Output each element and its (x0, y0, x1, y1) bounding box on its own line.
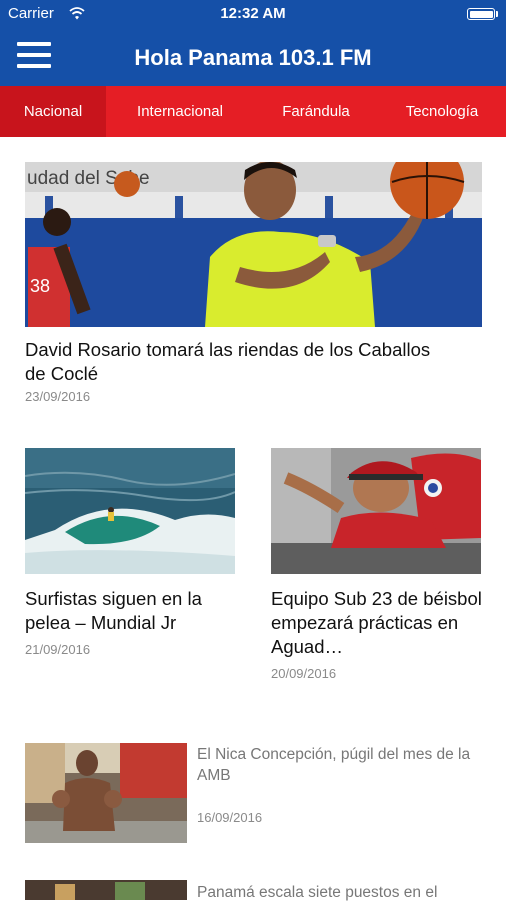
category-tabs: Nacional Internacional Farándula Tecnolo… (0, 86, 506, 137)
list-article-title-boxing[interactable]: El Nica Concepción, púgil del mes de la … (197, 744, 482, 786)
tab-nacional[interactable]: Nacional (0, 86, 106, 137)
grid-article-date-baseball: 20/09/2016 (271, 666, 337, 681)
tab-internacional[interactable]: Internacional (106, 86, 254, 137)
list-article-date-boxing: 16/09/2016 (197, 810, 263, 825)
tab-tecnologia[interactable]: Tecnología (378, 86, 506, 137)
featured-article-title[interactable]: David Rosario tomará las riendas de los … (25, 338, 445, 386)
top-app-bar: Carrier 12:32 AM Hola Panama 103.1 FM (0, 0, 506, 86)
featured-article-image[interactable]: udad del Sabe 38 (25, 162, 482, 327)
tab-farandula[interactable]: Farándula (254, 86, 378, 137)
grid-article-image-surf[interactable] (25, 448, 235, 574)
list-article-image-panama[interactable] (25, 880, 187, 900)
battery-tip (496, 11, 498, 17)
status-time: 12:32 AM (220, 5, 286, 22)
svg-text:38: 38 (30, 276, 50, 296)
list-article-image-boxing[interactable] (25, 743, 187, 843)
battery-fill (469, 10, 493, 18)
battery-icon (467, 8, 495, 20)
grid-article-image-baseball[interactable] (271, 448, 481, 574)
featured-article-date: 23/09/2016 (25, 389, 91, 404)
grid-article-title-surf[interactable]: Surfistas siguen en la pelea – Mundial J… (25, 587, 240, 635)
app-title: Hola Panama 103.1 FM (134, 45, 372, 70)
status-bar: Carrier 12:32 AM (0, 0, 506, 28)
grid-article-date-surf: 21/09/2016 (25, 642, 91, 657)
grid-article-title-baseball[interactable]: Equipo Sub 23 de béisbol empezará prácti… (271, 587, 486, 659)
